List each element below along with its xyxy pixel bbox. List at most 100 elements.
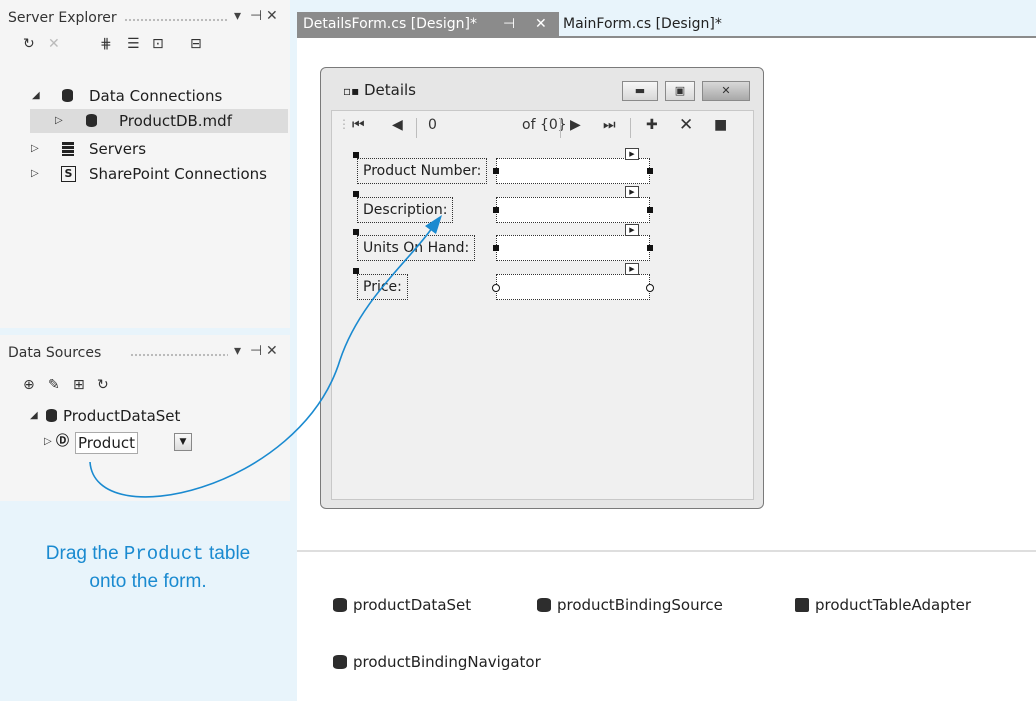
tree-item-product[interactable]: ▷ Ⓓ Product ▼: [0, 430, 290, 454]
expanded-arrow-icon[interactable]: ◢: [30, 404, 38, 428]
tray-item-productbindingnavigator[interactable]: productBindingNavigator: [333, 653, 541, 671]
sharepoint-connect-icon[interactable]: ⊡: [152, 36, 164, 52]
tray-item-label: productDataSet: [353, 596, 472, 614]
configure-dataset-icon[interactable]: ⊞: [73, 377, 85, 393]
dataset-icon: [333, 598, 347, 612]
tray-item-producttableadapter[interactable]: productTableAdapter: [795, 596, 971, 614]
smart-tag-icon[interactable]: ▶: [625, 186, 639, 198]
smart-tag-icon[interactable]: ▶: [625, 263, 639, 275]
units-on-hand-label[interactable]: Units On Hand:: [357, 235, 476, 261]
selection-handle[interactable]: [353, 229, 359, 235]
component-tray[interactable]: [297, 552, 1036, 701]
title-grip: [124, 18, 228, 22]
tree-item-productdb[interactable]: ▷ ProductDB.mdf: [30, 109, 288, 133]
label-text: Units On Hand:: [363, 240, 470, 256]
units-on-hand-textbox[interactable]: [496, 235, 650, 261]
position-textbox[interactable]: 0: [428, 117, 437, 133]
toolstrip-separator: [416, 118, 417, 138]
dataset-icon: [46, 409, 57, 422]
tree-item-servers[interactable]: ▷ Servers: [0, 137, 290, 161]
stop-icon[interactable]: ✕: [48, 36, 60, 52]
selection-handle[interactable]: [647, 245, 653, 251]
move-first-icon[interactable]: ⏮: [352, 117, 365, 133]
tab-mainform-design[interactable]: MainForm.cs [Design]*: [563, 12, 722, 36]
table-adapter-icon: [795, 598, 809, 612]
tree-item-label: Servers: [89, 140, 147, 158]
pin-icon[interactable]: ⊣: [503, 12, 515, 36]
collapsed-arrow-icon[interactable]: ▷: [31, 137, 39, 161]
product-number-textbox[interactable]: [496, 158, 650, 184]
selection-handle[interactable]: [647, 207, 653, 213]
product-number-label[interactable]: Product Number:: [357, 158, 488, 184]
tree-item-label: Data Connections: [89, 87, 223, 105]
selection-handle[interactable]: [353, 152, 359, 158]
connect-to-database-icon[interactable]: ⋕: [100, 36, 112, 52]
database-icon: [62, 89, 73, 102]
close-tab-icon[interactable]: ✕: [535, 12, 547, 36]
selection-handle[interactable]: [493, 207, 499, 213]
selection-handle[interactable]: [493, 245, 499, 251]
move-last-icon[interactable]: ⏭: [603, 117, 616, 133]
window-position-dropdown-icon[interactable]: ▾: [234, 343, 241, 359]
save-icon[interactable]: ■: [714, 117, 727, 133]
tab-detailsform-design[interactable]: DetailsForm.cs [Design]* ⊣ ✕: [297, 12, 559, 36]
pin-icon[interactable]: ⊣: [250, 8, 262, 24]
tree-item-sharepoint[interactable]: ▷ S SharePoint Connections: [0, 162, 290, 186]
connect-to-server-icon[interactable]: ☰: [127, 36, 140, 52]
selection-handle[interactable]: [646, 284, 654, 292]
selection-handle[interactable]: [493, 168, 499, 174]
delete-icon[interactable]: ✕: [679, 115, 693, 135]
pin-icon[interactable]: ⊣: [250, 343, 262, 359]
caption-text: onto the form.: [89, 571, 207, 592]
close-button[interactable]: ✕: [702, 81, 750, 101]
caption: Drag the Product table onto the form.: [18, 540, 278, 596]
tree-item-label: Product: [75, 432, 138, 454]
server-explorer-title: Server Explorer: [8, 10, 117, 26]
maximize-button[interactable]: ▣: [665, 81, 695, 101]
tray-item-label: productTableAdapter: [815, 596, 971, 614]
form-icon: ▫▪: [343, 84, 360, 98]
description-textbox[interactable]: [496, 197, 650, 223]
close-icon[interactable]: ✕: [266, 343, 278, 359]
caption-text: Drag the: [45, 543, 124, 564]
tree-item-label: ProductDataSet: [63, 407, 181, 425]
minimize-button[interactable]: ▬: [622, 81, 658, 101]
data-sources-pane: Data Sources ▾ ⊣ ✕ ⊕ ✎ ⊞ ↻ ◢ ProductData…: [0, 335, 290, 501]
collapsed-arrow-icon[interactable]: ▷: [55, 109, 63, 133]
tray-item-productbindingsource[interactable]: productBindingSource: [537, 596, 723, 614]
window-position-dropdown-icon[interactable]: ▾: [234, 8, 241, 24]
price-label[interactable]: Price:: [357, 274, 408, 300]
move-next-icon[interactable]: ▶: [570, 117, 581, 133]
database-file-icon: [86, 114, 97, 127]
close-icon[interactable]: ✕: [266, 8, 278, 24]
tree-item-productdataset[interactable]: ◢ ProductDataSet: [0, 404, 290, 428]
data-sources-title: Data Sources: [8, 345, 102, 361]
properties-icon[interactable]: ⊟: [190, 36, 202, 52]
smart-tag-icon[interactable]: ▶: [625, 148, 639, 160]
selection-handle[interactable]: [647, 168, 653, 174]
server-icon: [62, 142, 74, 156]
move-previous-icon[interactable]: ◀: [392, 117, 403, 133]
refresh-icon[interactable]: ↻: [23, 36, 35, 52]
selection-handle[interactable]: [353, 268, 359, 274]
collapsed-arrow-icon[interactable]: ▷: [31, 162, 39, 186]
selection-handle[interactable]: [353, 191, 359, 197]
server-explorer-pane: Server Explorer ▾ ⊣ ✕ ↻ ✕ ⋕ ☰ ⊡ ⊟ ◢ Data…: [0, 0, 290, 328]
tree-item-data-connections[interactable]: ◢ Data Connections: [0, 84, 290, 108]
chevron-down-icon[interactable]: ▼: [174, 433, 192, 451]
description-label[interactable]: Description:: [357, 197, 454, 223]
collapsed-arrow-icon[interactable]: ▷: [44, 430, 52, 454]
refresh-icon[interactable]: ↻: [97, 377, 109, 393]
smart-tag-icon[interactable]: ▶: [625, 224, 639, 236]
tray-item-productdataset[interactable]: productDataSet: [333, 596, 471, 614]
add-new-icon[interactable]: ✚: [646, 117, 658, 133]
add-data-source-icon[interactable]: ⊕: [23, 377, 35, 393]
caption-text: table: [203, 543, 251, 564]
price-textbox[interactable]: [496, 274, 650, 300]
edit-dataset-icon[interactable]: ✎: [48, 377, 60, 393]
expanded-arrow-icon[interactable]: ◢: [32, 84, 40, 108]
tab-label: DetailsForm.cs [Design]*: [303, 16, 477, 32]
selection-handle[interactable]: [492, 284, 500, 292]
tree-item-label: SharePoint Connections: [89, 165, 267, 183]
details-view-icon: Ⓓ: [56, 434, 70, 449]
